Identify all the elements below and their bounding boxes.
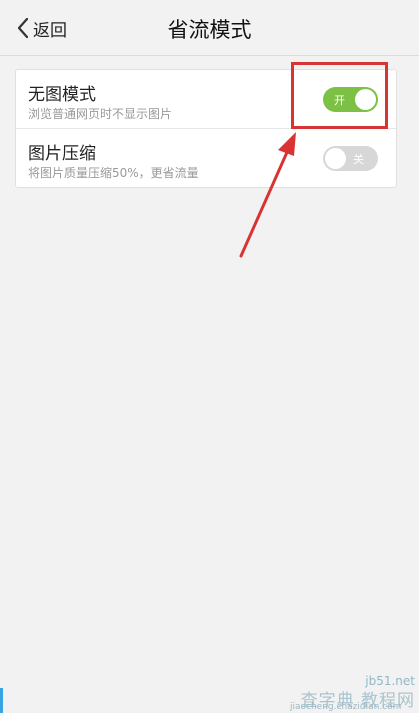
watermark-url: jiaocheng.chazidian.com	[290, 702, 402, 712]
watermark: jb51.net 查字典 教程网 jiaocheng.chazidian.com	[278, 672, 419, 713]
edge-bar	[0, 688, 3, 713]
annotation-arrow	[239, 132, 296, 258]
